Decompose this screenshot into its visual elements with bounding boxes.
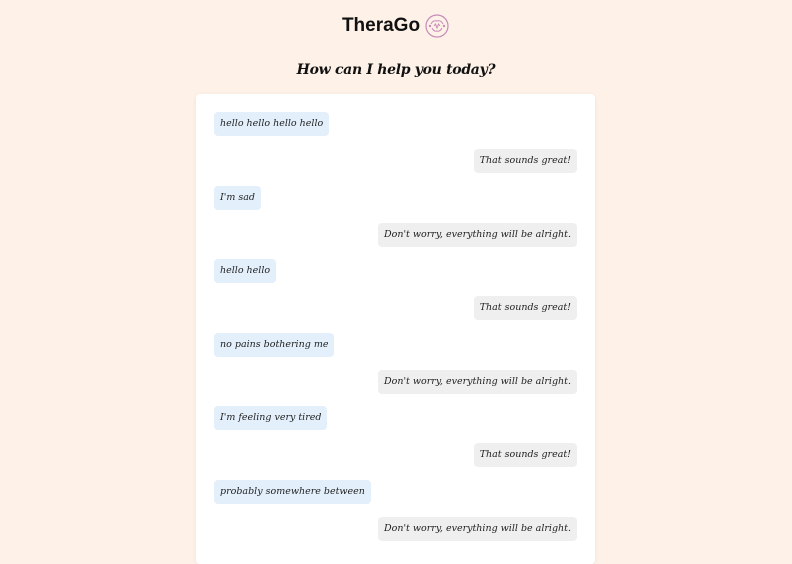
bot-message: Don't worry, everything will be alright. — [377, 517, 577, 541]
user-message: I'm feeling very tired — [214, 406, 328, 430]
bot-message: That sounds great! — [473, 149, 577, 173]
prompt-heading: How can I help you today? — [296, 62, 496, 78]
bot-message: Don't worry, everything will be alright. — [377, 223, 577, 247]
user-message: hello hello — [214, 259, 277, 283]
user-message: probably somewhere between — [214, 480, 371, 504]
brain-heart-logo-icon — [424, 13, 450, 39]
user-message: hello hello hello hello — [214, 112, 330, 136]
chat-window: hello hello hello hello That sounds grea… — [196, 94, 595, 564]
bot-message: That sounds great! — [473, 296, 577, 320]
bot-message: Don't worry, everything will be alright. — [377, 370, 577, 394]
app-header: TheraGo — [0, 10, 792, 42]
user-message: I'm sad — [214, 186, 262, 210]
app-title: TheraGo — [341, 15, 421, 36]
bot-message: That sounds great! — [473, 443, 577, 467]
user-message: no pains bothering me — [214, 333, 335, 357]
